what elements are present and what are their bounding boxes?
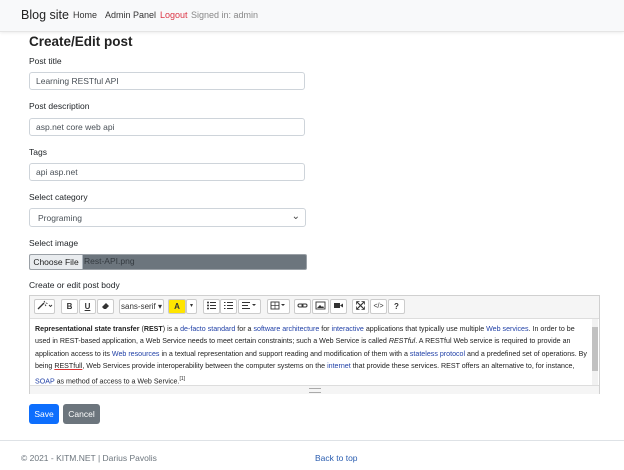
- signed-in-text: Signed in: admin: [191, 10, 259, 20]
- selected-file-name: Rest-API.png: [84, 256, 135, 266]
- bold-icon[interactable]: B: [61, 299, 78, 314]
- body-link[interactable]: SOAP: [35, 377, 55, 385]
- scrollbar-thumb[interactable]: [592, 327, 598, 371]
- editor-scrollbar[interactable]: [592, 319, 598, 385]
- body-text: ) is a: [162, 325, 181, 333]
- body-link[interactable]: de-facto standard: [180, 325, 235, 333]
- post-description-label: Post description: [29, 101, 90, 111]
- chevron-down-icon: ⌄: [291, 211, 300, 222]
- body-footnote[interactable]: [1]: [179, 376, 185, 382]
- post-description-input[interactable]: asp.net core web api: [29, 118, 305, 136]
- post-title-input[interactable]: Learning RESTful API: [29, 72, 305, 90]
- nav-logout-link[interactable]: Logout: [160, 10, 188, 20]
- color-dropdown-icon[interactable]: ▾: [186, 299, 197, 314]
- footer-copyright: © 2021 - KITM.NET | Darius Pavolis: [21, 453, 157, 463]
- picture-icon[interactable]: [312, 299, 329, 314]
- body-italic: RESTful: [388, 337, 416, 346]
- tags-input[interactable]: api asp.net: [29, 163, 305, 181]
- font-name-dropdown[interactable]: sans-serif ▾: [119, 299, 164, 314]
- category-select[interactable]: Programing ⌄: [29, 208, 306, 227]
- link-icon[interactable]: [294, 299, 311, 314]
- body-underlined: RESTfull: [54, 362, 83, 371]
- eraser-icon[interactable]: [97, 299, 114, 314]
- nav-home-link[interactable]: Home: [73, 10, 97, 20]
- body-text: that provide these services. REST offers…: [350, 362, 575, 371]
- body-bold-term: Representational state transfer: [35, 325, 140, 333]
- table-icon[interactable]: [267, 299, 290, 314]
- image-file-input[interactable]: Choose File Rest-API.png: [29, 254, 307, 270]
- body-text: , Web Services provide interoperability …: [82, 362, 328, 371]
- nav-admin-panel-link[interactable]: Admin Panel: [105, 10, 156, 20]
- body-link[interactable]: Web resources: [112, 350, 160, 358]
- body-link[interactable]: interactive: [332, 325, 364, 333]
- body-text: applications that typically use multiple: [363, 325, 487, 333]
- page-title: Create/Edit post: [29, 34, 133, 49]
- fullscreen-icon[interactable]: [352, 299, 369, 314]
- body-link[interactable]: software architecture: [253, 325, 319, 333]
- ordered-list-icon[interactable]: [220, 299, 237, 314]
- unordered-list-icon[interactable]: [203, 299, 220, 314]
- navbar: Blog site Home Admin Panel Logout Signed…: [0, 0, 624, 32]
- body-text: as method of access to a Web Service.: [54, 376, 180, 385]
- editor-resize-bar[interactable]: [30, 385, 599, 394]
- body-text: for a: [235, 325, 254, 333]
- editor-content-area[interactable]: Representational state transfer (REST) i…: [30, 319, 593, 385]
- post-title-label: Post title: [29, 56, 62, 66]
- brand-link[interactable]: Blog site: [21, 8, 69, 22]
- category-selected-value: Programing: [38, 213, 82, 223]
- footer-divider: [0, 440, 624, 441]
- category-label: Select category: [29, 192, 88, 202]
- underline-icon[interactable]: U: [79, 299, 96, 314]
- cancel-button[interactable]: Cancel: [63, 404, 100, 424]
- help-icon[interactable]: ?: [388, 299, 405, 314]
- body-link[interactable]: stateless protocol: [410, 350, 465, 358]
- tags-label: Tags: [29, 147, 47, 157]
- back-to-top-link[interactable]: Back to top: [315, 453, 358, 463]
- rich-text-editor: B U sans-serif ▾ A ▾ </> ? Representatio…: [29, 295, 600, 394]
- font-name-value: sans-serif: [121, 302, 156, 311]
- paragraph-icon[interactable]: [238, 299, 261, 314]
- font-color-icon[interactable]: A: [168, 299, 186, 314]
- code-view-icon[interactable]: </>: [370, 299, 387, 314]
- resize-grip-icon[interactable]: [309, 388, 321, 393]
- body-link[interactable]: internet: [327, 362, 351, 370]
- body-text: in a textual representation and support …: [159, 349, 410, 358]
- body-text: for: [319, 325, 332, 333]
- editor-toolbar: B U sans-serif ▾ A ▾ </> ?: [30, 296, 599, 319]
- save-button[interactable]: Save: [29, 404, 59, 424]
- choose-file-button[interactable]: Choose File: [30, 255, 83, 269]
- post-body-label: Create or edit post body: [29, 280, 120, 290]
- body-link[interactable]: Web services: [486, 325, 528, 333]
- video-icon[interactable]: [330, 299, 347, 314]
- image-label: Select image: [29, 238, 79, 248]
- body-bold-acronym: REST: [143, 325, 163, 333]
- caret-down-icon: ▾: [155, 302, 162, 311]
- magic-wand-icon[interactable]: [34, 299, 55, 314]
